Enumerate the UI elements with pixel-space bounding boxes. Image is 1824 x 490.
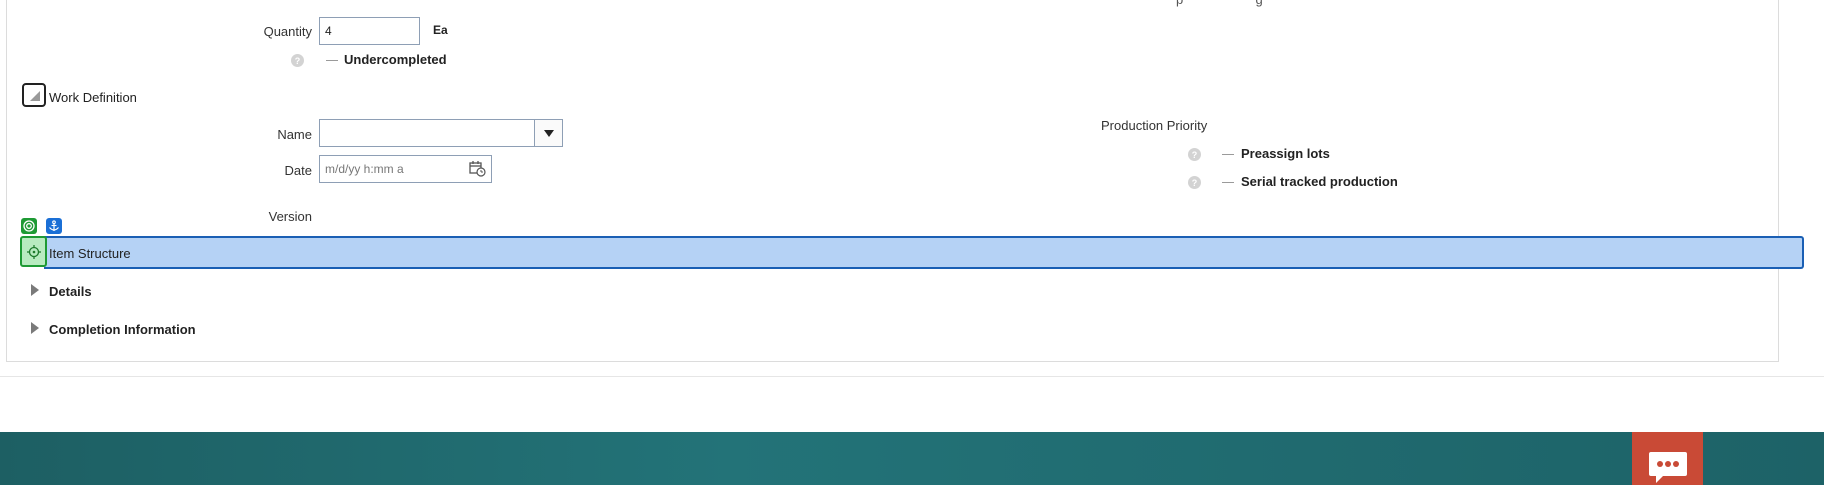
- expand-triangle-icon[interactable]: [31, 284, 39, 296]
- help-icon[interactable]: ?: [1188, 148, 1201, 161]
- chat-icon: [1648, 452, 1687, 483]
- form-panel: [6, 0, 1779, 362]
- name-label: Name: [277, 127, 312, 142]
- production-priority-label: Production Priority: [1101, 118, 1208, 133]
- version-label: Version: [268, 209, 312, 224]
- expand-triangle-icon[interactable]: [31, 322, 39, 334]
- triangle-expanded-icon: [30, 91, 40, 101]
- item-structure-row[interactable]: [44, 236, 1804, 269]
- divider: [0, 376, 1824, 377]
- preassign-lots-label: Preassign lots: [1241, 146, 1330, 161]
- collapse-toggle[interactable]: [22, 83, 46, 107]
- calendar-icon[interactable]: [469, 161, 486, 177]
- crosshair-badge[interactable]: [20, 236, 47, 267]
- anchor-badge[interactable]: [46, 218, 62, 234]
- crosshair-icon: [26, 244, 41, 259]
- dash-divider: [1222, 154, 1234, 155]
- date-label: Date: [284, 163, 312, 178]
- target-icon: [23, 220, 35, 232]
- anchor-icon: [49, 220, 59, 231]
- date-placeholder: m/d/yy h:mm a: [325, 162, 404, 176]
- dropdown-button[interactable]: [534, 120, 562, 146]
- footer-banner: [0, 432, 1824, 485]
- date-input[interactable]: m/d/yy h:mm a: [319, 155, 492, 183]
- help-icon[interactable]: ?: [291, 54, 304, 67]
- target-badge[interactable]: [21, 218, 37, 234]
- item-structure-title[interactable]: Item Structure: [49, 246, 131, 261]
- quantity-uom: Ea: [433, 23, 448, 37]
- serial-tracked-label: Serial tracked production: [1241, 174, 1398, 189]
- details-title[interactable]: Details: [49, 284, 92, 299]
- completion-information-title[interactable]: Completion Information: [49, 322, 196, 337]
- truncated-top-text: p g: [1176, 0, 1263, 7]
- quantity-value: 4: [325, 24, 332, 38]
- dash-divider: [326, 60, 338, 61]
- quantity-input[interactable]: 4: [319, 17, 420, 45]
- undercompleted-label: Undercompleted: [344, 52, 447, 67]
- name-select[interactable]: [319, 119, 563, 147]
- chevron-down-icon: [543, 129, 554, 137]
- dash-divider: [1222, 182, 1234, 183]
- chat-button[interactable]: [1632, 432, 1703, 485]
- work-definition-title: Work Definition: [49, 90, 137, 105]
- help-icon[interactable]: ?: [1188, 176, 1201, 189]
- quantity-label: Quantity: [263, 24, 312, 39]
